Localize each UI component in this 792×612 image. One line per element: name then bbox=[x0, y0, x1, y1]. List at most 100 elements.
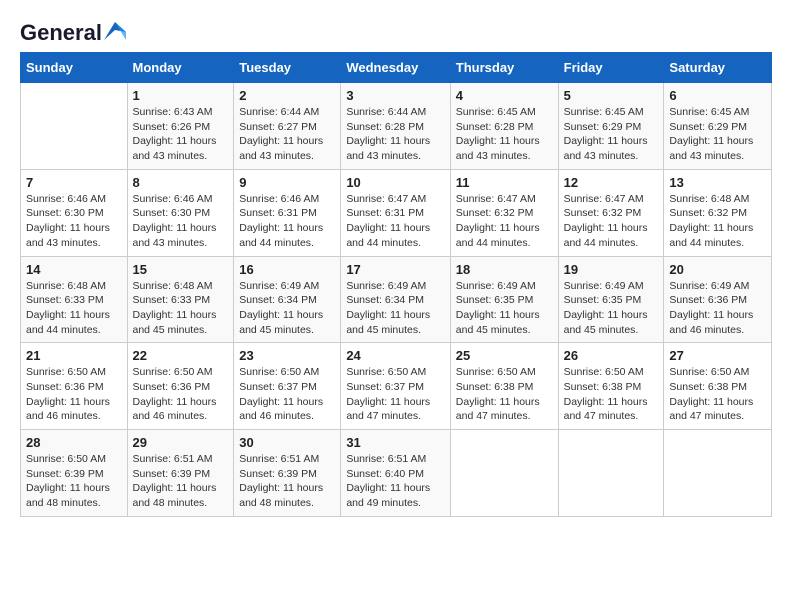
day-number: 26 bbox=[564, 348, 659, 363]
day-number: 8 bbox=[133, 175, 229, 190]
day-info: Sunrise: 6:45 AMSunset: 6:29 PMDaylight:… bbox=[669, 105, 766, 164]
day-number: 28 bbox=[26, 435, 122, 450]
calendar-cell: 15 Sunrise: 6:48 AMSunset: 6:33 PMDayligh… bbox=[127, 256, 234, 343]
calendar-cell: 12 Sunrise: 6:47 AMSunset: 6:32 PMDayligh… bbox=[558, 169, 664, 256]
calendar-cell: 31 Sunrise: 6:51 AMSunset: 6:40 PMDayligh… bbox=[341, 430, 450, 517]
calendar-cell bbox=[450, 430, 558, 517]
day-info: Sunrise: 6:51 AMSunset: 6:40 PMDaylight:… bbox=[346, 452, 444, 511]
calendar-cell: 13 Sunrise: 6:48 AMSunset: 6:32 PMDayligh… bbox=[664, 169, 772, 256]
calendar-cell: 5 Sunrise: 6:45 AMSunset: 6:29 PMDaylight… bbox=[558, 83, 664, 170]
calendar-cell: 29Sunrise: 6:51 AMSunset: 6:39 PMDayligh… bbox=[127, 430, 234, 517]
day-number: 23 bbox=[239, 348, 335, 363]
day-info: Sunrise: 6:48 AMSunset: 6:33 PMDaylight:… bbox=[26, 279, 122, 338]
header-saturday: Saturday bbox=[664, 53, 772, 83]
day-info: Sunrise: 6:45 AMSunset: 6:28 PMDaylight:… bbox=[456, 105, 553, 164]
day-number: 31 bbox=[346, 435, 444, 450]
calendar-week-row: 7 Sunrise: 6:46 AMSunset: 6:30 PMDaylight… bbox=[21, 169, 772, 256]
day-number: 11 bbox=[456, 175, 553, 190]
calendar-header-row: SundayMondayTuesdayWednesdayThursdayFrid… bbox=[21, 53, 772, 83]
calendar-cell: 4 Sunrise: 6:45 AMSunset: 6:28 PMDaylight… bbox=[450, 83, 558, 170]
day-number: 17 bbox=[346, 262, 444, 277]
calendar-cell: 3 Sunrise: 6:44 AMSunset: 6:28 PMDaylight… bbox=[341, 83, 450, 170]
day-info: Sunrise: 6:47 AMSunset: 6:31 PMDaylight:… bbox=[346, 192, 444, 251]
calendar-cell: 26 Sunrise: 6:50 AMSunset: 6:38 PMDayligh… bbox=[558, 343, 664, 430]
calendar-cell bbox=[558, 430, 664, 517]
calendar-cell bbox=[664, 430, 772, 517]
day-number: 4 bbox=[456, 88, 553, 103]
calendar-cell: 8 Sunrise: 6:46 AMSunset: 6:30 PMDaylight… bbox=[127, 169, 234, 256]
day-info: Sunrise: 6:47 AMSunset: 6:32 PMDaylight:… bbox=[564, 192, 659, 251]
day-number: 3 bbox=[346, 88, 444, 103]
calendar-cell: 1 Sunrise: 6:43 AMSunset: 6:26 PMDaylight… bbox=[127, 83, 234, 170]
day-number: 9 bbox=[239, 175, 335, 190]
calendar-cell: 6 Sunrise: 6:45 AMSunset: 6:29 PMDaylight… bbox=[664, 83, 772, 170]
day-number: 6 bbox=[669, 88, 766, 103]
calendar-cell: 19 Sunrise: 6:49 AMSunset: 6:35 PMDayligh… bbox=[558, 256, 664, 343]
day-number: 7 bbox=[26, 175, 122, 190]
day-info: Sunrise: 6:46 AMSunset: 6:30 PMDaylight:… bbox=[26, 192, 122, 251]
day-info: Sunrise: 6:44 AMSunset: 6:28 PMDaylight:… bbox=[346, 105, 444, 164]
day-number: 1 bbox=[133, 88, 229, 103]
calendar-cell: 20Sunrise: 6:49 AMSunset: 6:36 PMDayligh… bbox=[664, 256, 772, 343]
logo-general: General bbox=[20, 20, 102, 46]
day-number: 19 bbox=[564, 262, 659, 277]
day-info: Sunrise: 6:45 AMSunset: 6:29 PMDaylight:… bbox=[564, 105, 659, 164]
calendar-cell: 7 Sunrise: 6:46 AMSunset: 6:30 PMDaylight… bbox=[21, 169, 128, 256]
day-info: Sunrise: 6:48 AMSunset: 6:33 PMDaylight:… bbox=[133, 279, 229, 338]
calendar-cell: 17 Sunrise: 6:49 AMSunset: 6:34 PMDayligh… bbox=[341, 256, 450, 343]
calendar-cell: 21 Sunrise: 6:50 AMSunset: 6:36 PMDayligh… bbox=[21, 343, 128, 430]
calendar-cell: 24Sunrise: 6:50 AMSunset: 6:37 PMDayligh… bbox=[341, 343, 450, 430]
header-thursday: Thursday bbox=[450, 53, 558, 83]
calendar-cell: 2 Sunrise: 6:44 AMSunset: 6:27 PMDaylight… bbox=[234, 83, 341, 170]
day-info: Sunrise: 6:50 AMSunset: 6:38 PMDaylight:… bbox=[456, 365, 553, 424]
header-wednesday: Wednesday bbox=[341, 53, 450, 83]
day-info: Sunrise: 6:50 AMSunset: 6:37 PMDaylight:… bbox=[239, 365, 335, 424]
day-info: Sunrise: 6:49 AMSunset: 6:35 PMDaylight:… bbox=[564, 279, 659, 338]
day-number: 27 bbox=[669, 348, 766, 363]
calendar-week-row: 1 Sunrise: 6:43 AMSunset: 6:26 PMDaylight… bbox=[21, 83, 772, 170]
day-info: Sunrise: 6:49 AMSunset: 6:34 PMDaylight:… bbox=[346, 279, 444, 338]
day-number: 18 bbox=[456, 262, 553, 277]
header-friday: Friday bbox=[558, 53, 664, 83]
day-number: 12 bbox=[564, 175, 659, 190]
day-info: Sunrise: 6:50 AMSunset: 6:36 PMDaylight:… bbox=[133, 365, 229, 424]
calendar-week-row: 14 Sunrise: 6:48 AMSunset: 6:33 PMDayligh… bbox=[21, 256, 772, 343]
calendar-cell: 18Sunrise: 6:49 AMSunset: 6:35 PMDayligh… bbox=[450, 256, 558, 343]
logo-bird-icon bbox=[104, 22, 126, 40]
day-number: 22 bbox=[133, 348, 229, 363]
day-number: 14 bbox=[26, 262, 122, 277]
calendar-week-row: 21 Sunrise: 6:50 AMSunset: 6:36 PMDayligh… bbox=[21, 343, 772, 430]
page-header: General bbox=[20, 20, 772, 42]
day-number: 21 bbox=[26, 348, 122, 363]
day-number: 10 bbox=[346, 175, 444, 190]
day-info: Sunrise: 6:50 AMSunset: 6:38 PMDaylight:… bbox=[669, 365, 766, 424]
day-info: Sunrise: 6:50 AMSunset: 6:37 PMDaylight:… bbox=[346, 365, 444, 424]
logo: General bbox=[20, 20, 126, 42]
day-info: Sunrise: 6:49 AMSunset: 6:36 PMDaylight:… bbox=[669, 279, 766, 338]
day-info: Sunrise: 6:50 AMSunset: 6:36 PMDaylight:… bbox=[26, 365, 122, 424]
day-info: Sunrise: 6:50 AMSunset: 6:38 PMDaylight:… bbox=[564, 365, 659, 424]
day-number: 30 bbox=[239, 435, 335, 450]
day-info: Sunrise: 6:46 AMSunset: 6:31 PMDaylight:… bbox=[239, 192, 335, 251]
day-info: Sunrise: 6:48 AMSunset: 6:32 PMDaylight:… bbox=[669, 192, 766, 251]
day-number: 15 bbox=[133, 262, 229, 277]
day-info: Sunrise: 6:47 AMSunset: 6:32 PMDaylight:… bbox=[456, 192, 553, 251]
day-info: Sunrise: 6:44 AMSunset: 6:27 PMDaylight:… bbox=[239, 105, 335, 164]
calendar-cell: 22 Sunrise: 6:50 AMSunset: 6:36 PMDayligh… bbox=[127, 343, 234, 430]
day-info: Sunrise: 6:43 AMSunset: 6:26 PMDaylight:… bbox=[133, 105, 229, 164]
day-number: 29 bbox=[133, 435, 229, 450]
day-info: Sunrise: 6:49 AMSunset: 6:34 PMDaylight:… bbox=[239, 279, 335, 338]
day-number: 13 bbox=[669, 175, 766, 190]
calendar-cell bbox=[21, 83, 128, 170]
day-number: 5 bbox=[564, 88, 659, 103]
day-number: 2 bbox=[239, 88, 335, 103]
calendar-cell: 9 Sunrise: 6:46 AMSunset: 6:31 PMDaylight… bbox=[234, 169, 341, 256]
day-info: Sunrise: 6:46 AMSunset: 6:30 PMDaylight:… bbox=[133, 192, 229, 251]
calendar-cell: 28Sunrise: 6:50 AMSunset: 6:39 PMDayligh… bbox=[21, 430, 128, 517]
calendar-cell: 27 Sunrise: 6:50 AMSunset: 6:38 PMDayligh… bbox=[664, 343, 772, 430]
calendar-cell: 30 Sunrise: 6:51 AMSunset: 6:39 PMDayligh… bbox=[234, 430, 341, 517]
day-info: Sunrise: 6:51 AMSunset: 6:39 PMDaylight:… bbox=[239, 452, 335, 511]
calendar-table: SundayMondayTuesdayWednesdayThursdayFrid… bbox=[20, 52, 772, 517]
day-number: 16 bbox=[239, 262, 335, 277]
calendar-cell: 25Sunrise: 6:50 AMSunset: 6:38 PMDayligh… bbox=[450, 343, 558, 430]
